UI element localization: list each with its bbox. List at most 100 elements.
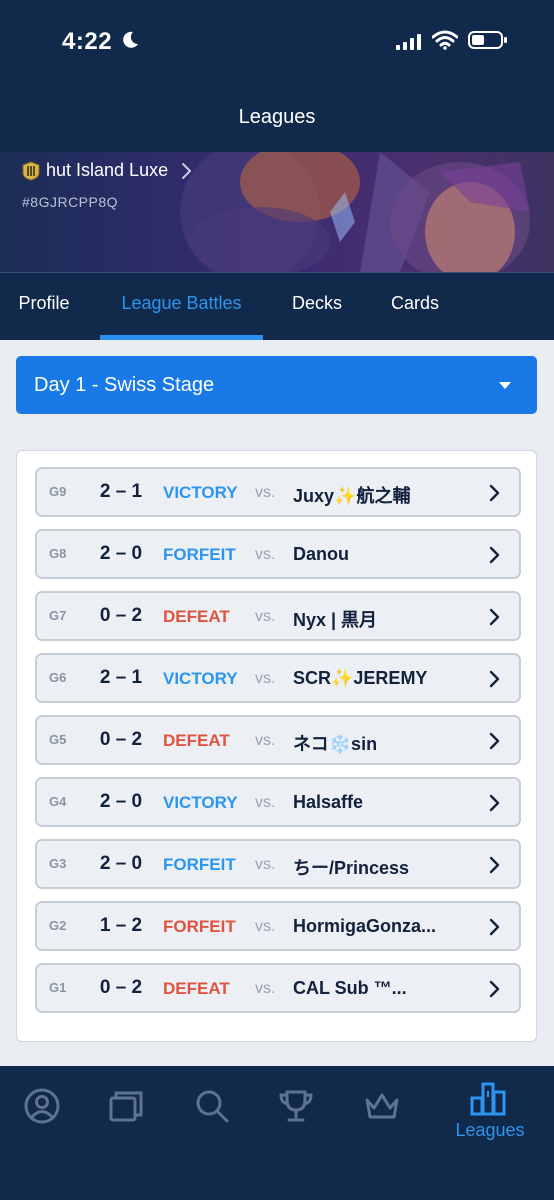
game-number: G5 bbox=[49, 732, 67, 747]
battle-result: DEFEAT bbox=[163, 979, 230, 998]
battle-score: 2 – 0 bbox=[99, 791, 143, 812]
nav-cards[interactable] bbox=[106, 1086, 154, 1134]
opponent-name: HormigaGonza... bbox=[293, 916, 437, 936]
opponent-name: Nyx | 黒月 bbox=[293, 610, 378, 630]
nav-profile[interactable] bbox=[22, 1086, 70, 1134]
vs-label: vs. bbox=[255, 856, 276, 873]
vs-label: vs. bbox=[255, 546, 276, 563]
opponent-name: Juxy✨航之輔 bbox=[293, 486, 411, 506]
vs-label: vs. bbox=[255, 608, 276, 625]
vs-label: vs. bbox=[255, 918, 276, 935]
battle-score: 2 – 1 bbox=[99, 667, 143, 688]
bottom-nav: Leagues bbox=[0, 1066, 554, 1200]
nav-search[interactable] bbox=[192, 1086, 240, 1134]
battle-score: 0 – 2 bbox=[99, 729, 143, 750]
search-icon bbox=[196, 1090, 229, 1123]
opponent-name: ちー/Princess bbox=[293, 858, 410, 878]
player-name: hut Island Luxe bbox=[46, 160, 169, 180]
top-bar: 4:22 Leagues bbox=[0, 0, 554, 152]
vs-label: vs. bbox=[255, 794, 276, 811]
page-title: Leagues bbox=[238, 106, 316, 128]
chevron-right-icon bbox=[182, 162, 192, 179]
opponent-name: Halsaffe bbox=[293, 792, 364, 812]
clan-badge-icon bbox=[22, 160, 40, 181]
moon-icon bbox=[123, 31, 138, 48]
battle-score: 1 – 2 bbox=[99, 915, 143, 936]
vs-label: vs. bbox=[255, 980, 276, 997]
battle-score: 2 – 0 bbox=[99, 543, 143, 564]
battle-list: G9 2 – 1 VICTORY vs. Juxy✨航之輔 G8 2 – 0 F… bbox=[16, 450, 537, 1042]
game-number: G2 bbox=[49, 918, 67, 933]
stage-select[interactable]: Day 1 - Swiss Stage bbox=[16, 356, 537, 414]
chevron-right-icon bbox=[489, 546, 500, 564]
chevron-right-icon bbox=[489, 856, 500, 874]
battle-row[interactable]: G4 2 – 0 VICTORY vs. Halsaffe bbox=[35, 777, 521, 827]
chevron-right-icon bbox=[489, 918, 500, 936]
battle-result: VICTORY bbox=[163, 483, 238, 502]
chevron-right-icon bbox=[489, 980, 500, 998]
leagues-icon bbox=[470, 1082, 506, 1116]
game-number: G9 bbox=[49, 484, 67, 499]
crown-icon bbox=[365, 1093, 399, 1119]
player-name-link[interactable]: hut Island Luxe bbox=[22, 160, 194, 181]
battle-score: 2 – 1 bbox=[99, 481, 143, 502]
status-time: 4:22 bbox=[62, 28, 113, 55]
chevron-right-icon bbox=[489, 670, 500, 688]
vs-label: vs. bbox=[255, 484, 276, 501]
signal-icon bbox=[396, 34, 421, 50]
game-number: G1 bbox=[49, 980, 67, 995]
tab-profile[interactable]: Profile bbox=[0, 273, 88, 341]
game-number: G6 bbox=[49, 670, 67, 685]
battle-result: FORFEIT bbox=[163, 545, 236, 564]
battle-row[interactable]: G6 2 – 1 VICTORY vs. SCR✨JEREMY bbox=[35, 653, 521, 703]
tab-decks[interactable]: Decks bbox=[276, 273, 358, 341]
profile-icon bbox=[24, 1088, 60, 1124]
wifi-icon bbox=[432, 30, 458, 50]
battle-score: 0 – 2 bbox=[99, 977, 143, 998]
battle-result: VICTORY bbox=[163, 669, 238, 688]
cards-icon bbox=[109, 1091, 143, 1122]
opponent-name: SCR✨JEREMY bbox=[293, 668, 428, 688]
tab-bar: Profile League Battles Decks Cards bbox=[0, 272, 554, 340]
trophy-icon bbox=[279, 1090, 313, 1122]
vs-label: vs. bbox=[255, 670, 276, 687]
battle-row[interactable]: G5 0 – 2 DEFEAT vs. ネコ❄️sin bbox=[35, 715, 521, 765]
battle-row[interactable]: G2 1 – 2 FORFEIT vs. HormigaGonza... bbox=[35, 901, 521, 951]
battle-result: FORFEIT bbox=[163, 855, 236, 874]
game-number: G8 bbox=[49, 546, 67, 561]
battle-score: 2 – 0 bbox=[99, 853, 143, 874]
opponent-name: Danou bbox=[293, 544, 349, 564]
battle-result: FORFEIT bbox=[163, 917, 236, 936]
battle-result: VICTORY bbox=[163, 793, 238, 812]
nav-leagues[interactable] bbox=[468, 1078, 516, 1126]
game-number: G4 bbox=[49, 794, 67, 809]
profile-banner: hut Island Luxe #8GJRCPP8Q bbox=[0, 152, 554, 272]
vs-label: vs. bbox=[255, 732, 276, 749]
nav-crown[interactable] bbox=[362, 1086, 410, 1134]
chevron-right-icon bbox=[489, 794, 500, 812]
game-number: G7 bbox=[49, 608, 67, 623]
stage-select-value: Day 1 - Swiss Stage bbox=[34, 374, 215, 396]
chevron-right-icon bbox=[489, 608, 500, 626]
active-tab-indicator bbox=[100, 335, 263, 340]
battle-row[interactable]: G9 2 – 1 VICTORY vs. Juxy✨航之輔 bbox=[35, 467, 521, 517]
tab-league-battles[interactable]: League Battles bbox=[100, 273, 263, 341]
battle-result: DEFEAT bbox=[163, 731, 230, 750]
opponent-name: CAL Sub ™... bbox=[293, 978, 407, 998]
battle-row[interactable]: G3 2 – 0 FORFEIT vs. ちー/Princess bbox=[35, 839, 521, 889]
battle-row[interactable]: G7 0 – 2 DEFEAT vs. Nyx | 黒月 bbox=[35, 591, 521, 641]
battle-score: 0 – 2 bbox=[99, 605, 143, 626]
battle-result: DEFEAT bbox=[163, 607, 230, 626]
game-number: G3 bbox=[49, 856, 67, 871]
status-bar: 4:22 bbox=[0, 0, 554, 80]
nav-trophy[interactable] bbox=[276, 1086, 324, 1134]
nav-leagues-label: Leagues bbox=[455, 1120, 525, 1140]
tab-cards[interactable]: Cards bbox=[376, 273, 454, 341]
chevron-right-icon bbox=[489, 484, 500, 502]
battle-row[interactable]: G1 0 – 2 DEFEAT vs. CAL Sub ™... bbox=[35, 963, 521, 1013]
battle-row[interactable]: G8 2 – 0 FORFEIT vs. Danou bbox=[35, 529, 521, 579]
player-tag: #8GJRCPP8Q bbox=[22, 194, 119, 210]
chevron-right-icon bbox=[489, 732, 500, 750]
battery-icon bbox=[468, 31, 507, 49]
opponent-name: ネコ❄️sin bbox=[293, 734, 378, 754]
